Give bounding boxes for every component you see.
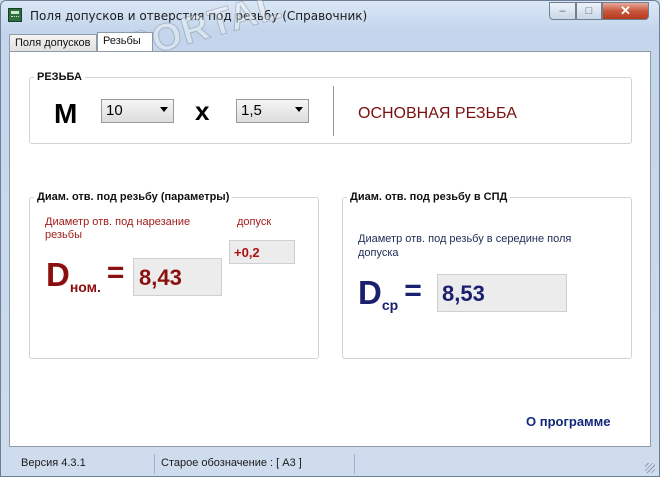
d-nominal-equals: =: [106, 256, 125, 289]
spd-diameter-label: Диаметр отв. под резьбу в середине поля …: [358, 233, 572, 259]
minimize-button[interactable]: –: [549, 2, 576, 20]
pitch-select[interactable]: 1,5: [236, 99, 309, 123]
title-bar[interactable]: Поля допусков и отверстия под резьбу (Сп…: [1, 1, 659, 31]
d-mid-symbol: D: [358, 274, 382, 311]
metric-prefix: М: [54, 98, 78, 129]
d-mid-formula: Dср =: [358, 274, 422, 313]
thread-type-label: ОСНОВНАЯ РЕЗЬБА: [358, 105, 517, 122]
threads-tab-panel: РЕЗЬБА М 10 х 1,5 ОСНОВНАЯ РЕЗЬБА Диам. …: [9, 51, 651, 447]
dropdown-arrow-icon: [160, 107, 168, 112]
d-mid-equals: =: [404, 274, 422, 307]
about-program-link[interactable]: О программе: [526, 414, 611, 429]
drill-diameter-label: Диаметр отв. под нарезание резьбы: [45, 216, 191, 241]
d-nominal-formula: Dном. =: [46, 256, 125, 295]
vertical-divider: [333, 86, 334, 136]
times-separator: х: [195, 96, 210, 126]
spd-hole-group-title: Диам. отв. под резьбу в СПД: [347, 191, 511, 203]
diameter-select[interactable]: 10: [101, 99, 174, 123]
app-window: Поля допусков и отверстия под резьбу (Сп…: [0, 0, 660, 477]
tolerance-label: допуск: [237, 216, 272, 228]
d-nominal-subscript: ном.: [69, 279, 101, 295]
d-mid-subscript: ср: [381, 297, 399, 313]
tolerance-value-field: +0,2: [229, 240, 295, 264]
hole-params-group-title: Диам. отв. под резьбу (параметры): [34, 191, 233, 203]
maximize-button[interactable]: □: [576, 2, 602, 20]
calculator-app-icon: [8, 8, 22, 22]
status-empty-cell: [354, 454, 644, 474]
dropdown-arrow-icon: [295, 107, 303, 112]
resize-grip-icon[interactable]: [645, 463, 655, 473]
pitch-value: 1,5: [241, 102, 262, 119]
tab-threads[interactable]: Резьбы: [97, 32, 153, 52]
thread-group-title: РЕЗЬБА: [34, 71, 85, 83]
tab-tolerance-fields[interactable]: Поля допусков: [9, 34, 97, 51]
d-nominal-symbol: D: [46, 256, 70, 293]
window-title: Поля допусков и отверстия под резьбу (Сп…: [30, 9, 368, 23]
close-button[interactable]: ✕: [602, 2, 649, 20]
status-bar: Версия 4.3.1 Старое обозначение : [ А3 ]: [1, 453, 659, 475]
diameter-value: 10: [106, 102, 123, 119]
status-old-designation: Старое обозначение : [ А3 ]: [154, 454, 354, 474]
status-version: Версия 4.3.1: [21, 457, 86, 469]
d-nominal-value-field: 8,43: [133, 258, 222, 296]
d-mid-value-field: 8,53: [437, 274, 567, 312]
